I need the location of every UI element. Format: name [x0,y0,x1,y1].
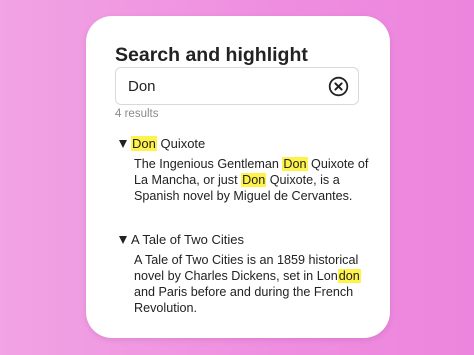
search-highlight-card: Search and highlight 4 results Don Quixo… [86,16,390,338]
circled-x-icon [328,76,349,97]
search-box[interactable] [115,67,359,105]
description-line: novel by Charles Dickens, set in London [134,268,372,284]
text-segment: Spanish novel by Miguel de Cervantes. [134,189,353,203]
text-segment: and Paris before and during the French [134,285,354,299]
text-segment: novel by Charles Dickens, set in Lon [134,269,338,283]
result-description: A Tale of Two Cities is an 1859 historic… [119,252,372,316]
expand-triangle-icon [119,139,127,148]
expand-triangle-icon [119,235,127,244]
results-count: 4 results [115,108,159,120]
text-segment: The Ingenious Gentleman [134,157,283,171]
result-title: Don Quixote [131,136,205,151]
search-match-highlight: Don [131,136,157,151]
widget-title: Search and highlight [115,44,308,66]
text-segment: A Tale of Two Cities [131,232,244,247]
description-line: Spanish novel by Miguel de Cervantes. [134,188,372,204]
text-segment: Revolution. [134,301,198,315]
description-line: and Paris before and during the French [134,284,372,300]
result-item: Don Quixote The Ingenious Gentleman Don … [119,135,372,204]
result-item: A Tale of Two Cities A Tale of Two Citie… [119,231,372,316]
text-segment: Quixote, is a [266,173,340,187]
search-match-highlight: Don [241,173,267,187]
result-toggle[interactable]: Don Quixote [119,135,372,152]
description-line: La Mancha, or just Don Quixote, is a [134,172,372,188]
result-description: The Ingenious Gentleman Don Quixote of La… [119,156,372,204]
description-line: The Ingenious Gentleman Don Quixote of [134,156,372,172]
search-match-highlight: don [337,269,361,283]
text-segment: Quixote [156,136,206,151]
description-line: A Tale of Two Cities is an 1859 historic… [134,252,372,268]
text-segment: Quixote of [307,157,369,171]
search-input[interactable] [128,77,318,95]
text-segment: A Tale of Two Cities is an 1859 historic… [134,253,359,267]
clear-search-button[interactable] [328,76,349,97]
text-segment: La Mancha, or just [134,173,242,187]
result-toggle[interactable]: A Tale of Two Cities [119,231,372,248]
result-title: A Tale of Two Cities [131,232,244,247]
description-line: Revolution. [134,300,372,316]
search-match-highlight: Don [282,157,308,171]
